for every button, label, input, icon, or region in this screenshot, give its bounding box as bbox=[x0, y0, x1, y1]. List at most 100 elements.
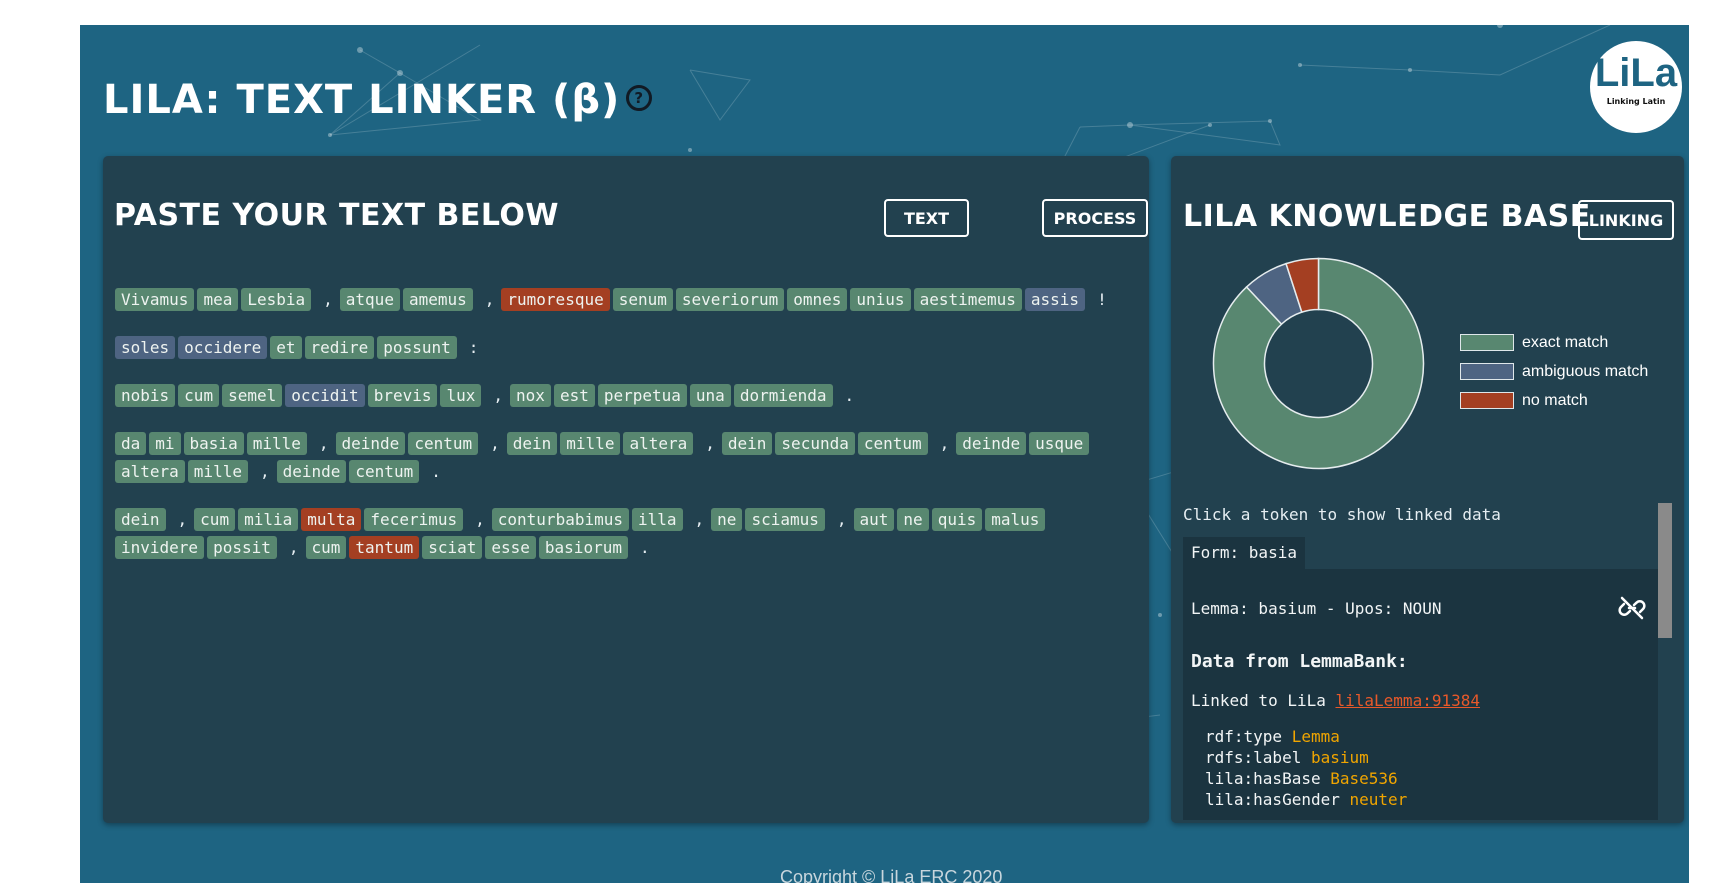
token-nomatch[interactable]: multa bbox=[301, 508, 362, 531]
token-exact[interactable]: una bbox=[689, 384, 731, 407]
token-exact[interactable]: secunda bbox=[775, 432, 855, 455]
token-exact[interactable]: senum bbox=[612, 288, 673, 311]
knowledge-base-panel: LILA KNOWLEDGE BASE LINKING exact match a… bbox=[1171, 156, 1684, 823]
rdf-value[interactable]: Base536 bbox=[1330, 769, 1397, 788]
token-exact[interactable]: unius bbox=[850, 288, 911, 311]
punctuation: , bbox=[323, 290, 333, 309]
process-button[interactable]: PROCESS bbox=[1042, 199, 1148, 237]
token-exact[interactable]: deinde bbox=[956, 432, 1027, 455]
token-exact[interactable]: redire bbox=[304, 336, 375, 359]
token-exact[interactable]: dein bbox=[115, 508, 166, 531]
token-ambiguous[interactable]: occidit bbox=[285, 384, 365, 407]
token-exact[interactable]: deinde bbox=[276, 460, 347, 483]
token-exact[interactable]: dein bbox=[506, 432, 558, 455]
token-exact[interactable]: milia bbox=[238, 508, 299, 531]
token-exact[interactable]: mea bbox=[197, 288, 239, 311]
token-nomatch[interactable]: rumoresque bbox=[501, 288, 610, 311]
token-exact[interactable]: lux bbox=[440, 384, 482, 407]
rdf-key: rdf:type bbox=[1205, 727, 1283, 746]
token-exact[interactable]: dormienda bbox=[733, 384, 833, 407]
punctuation: . bbox=[431, 462, 441, 481]
punctuation: : bbox=[468, 338, 479, 357]
legend-item[interactable]: exact match bbox=[1460, 328, 1648, 357]
token-exact[interactable]: aestimemus bbox=[913, 288, 1022, 311]
text-line: Vivamus mea Lesbia, atque amemus, rumoresque s… bbox=[115, 286, 1125, 314]
token-exact[interactable]: da bbox=[115, 432, 147, 455]
linked-data-box: Form: basia Lemma: basium - Upos: NOUN D… bbox=[1183, 528, 1658, 820]
token-exact[interactable]: brevis bbox=[367, 384, 438, 407]
token-exact[interactable]: fecerimus bbox=[364, 508, 464, 531]
token-exact[interactable]: mi bbox=[149, 432, 181, 455]
token-exact[interactable]: cum bbox=[194, 508, 236, 531]
text-line: soles occidere et redire possunt: bbox=[115, 334, 1125, 362]
token-ambiguous[interactable]: soles bbox=[115, 336, 176, 359]
unlink-icon[interactable] bbox=[1618, 595, 1646, 621]
linking-button[interactable]: LINKING bbox=[1578, 200, 1674, 240]
rdf-value[interactable]: basium bbox=[1311, 748, 1369, 767]
app-root: LILA: TEXT LINKER (β)? LiLa Linking Lati… bbox=[80, 25, 1689, 883]
token-exact[interactable]: mille bbox=[246, 432, 307, 455]
token-exact[interactable]: amemus bbox=[402, 288, 473, 311]
token-nomatch[interactable]: tantum bbox=[349, 536, 420, 559]
token-exact[interactable]: Lesbia bbox=[241, 288, 312, 311]
info-scrollbar[interactable] bbox=[1658, 503, 1672, 818]
token-exact[interactable]: sciat bbox=[422, 536, 483, 559]
token-exact[interactable]: centum bbox=[408, 432, 479, 455]
text-button[interactable]: TEXT bbox=[884, 199, 969, 237]
token-exact[interactable]: ne bbox=[897, 508, 929, 531]
text-line: dein, cum milia multa fecerimus, conturbabimu… bbox=[115, 506, 1125, 562]
token-exact[interactable]: centum bbox=[349, 460, 420, 483]
token-exact[interactable]: dein bbox=[721, 432, 773, 455]
punctuation: , bbox=[484, 290, 495, 309]
rdf-value[interactable]: neuter bbox=[1350, 790, 1408, 809]
token-exact[interactable]: usque bbox=[1029, 432, 1090, 455]
token-exact[interactable]: altera bbox=[623, 432, 694, 455]
question-circle-icon[interactable]: ? bbox=[626, 85, 653, 111]
token-exact[interactable]: semel bbox=[222, 384, 283, 407]
rdf-value[interactable]: Lemma bbox=[1292, 727, 1340, 746]
token-exact[interactable]: atque bbox=[339, 288, 400, 311]
rdf-row: lila:hasGender neuter bbox=[1205, 789, 1407, 810]
token-exact[interactable]: cum bbox=[178, 384, 220, 407]
text-panel-title: PASTE YOUR TEXT BELOW bbox=[114, 198, 560, 233]
token-exact[interactable]: cum bbox=[305, 536, 347, 559]
token-ambiguous[interactable]: assis bbox=[1024, 288, 1086, 311]
token-exact[interactable]: centum bbox=[857, 432, 928, 455]
legend-item[interactable]: ambiguous match bbox=[1460, 357, 1648, 386]
token-exact[interactable]: perpetua bbox=[597, 384, 687, 407]
token-exact[interactable]: conturbabimus bbox=[491, 508, 629, 531]
token-exact[interactable]: est bbox=[553, 384, 595, 407]
token-exact[interactable]: possunt bbox=[377, 336, 457, 359]
punctuation: , bbox=[475, 510, 485, 529]
token-exact[interactable]: ne bbox=[711, 508, 743, 531]
token-exact[interactable]: esse bbox=[485, 536, 536, 559]
token-exact[interactable]: invidere bbox=[115, 536, 205, 559]
token-exact[interactable]: aut bbox=[853, 508, 895, 531]
token-exact[interactable]: basiorum bbox=[538, 536, 628, 559]
token-exact[interactable]: Vivamus bbox=[115, 288, 195, 311]
token-exact[interactable]: deinde bbox=[335, 432, 406, 455]
lila-logo[interactable]: LiLa Linking Latin bbox=[1590, 41, 1682, 133]
lila-lemma-link[interactable]: lilaLemma:91384 bbox=[1336, 691, 1481, 710]
scrollbar-thumb[interactable] bbox=[1658, 503, 1672, 638]
token-exact[interactable]: illa bbox=[632, 508, 683, 531]
token-area: Vivamus mea Lesbia, atque amemus, rumoresque s… bbox=[115, 286, 1125, 582]
form-tab[interactable]: Form: basia bbox=[1183, 537, 1305, 569]
token-exact[interactable]: nobis bbox=[115, 384, 176, 407]
token-exact[interactable]: severiorum bbox=[675, 288, 785, 311]
token-exact[interactable]: sciamus bbox=[745, 508, 825, 531]
token-exact[interactable]: altera bbox=[115, 460, 185, 483]
token-exact[interactable]: malus bbox=[985, 508, 1046, 531]
token-exact[interactable]: basia bbox=[183, 432, 244, 455]
token-exact[interactable]: et bbox=[270, 336, 302, 359]
token-exact[interactable]: nox bbox=[510, 384, 551, 407]
token-exact[interactable]: quis bbox=[931, 508, 983, 531]
token-exact[interactable]: omnes bbox=[787, 288, 848, 311]
token-exact[interactable]: possit bbox=[207, 536, 277, 559]
match-donut-chart bbox=[1212, 257, 1425, 470]
punctuation: . bbox=[639, 538, 650, 557]
token-ambiguous[interactable]: occidere bbox=[178, 336, 268, 359]
legend-item[interactable]: no match bbox=[1460, 386, 1648, 415]
token-exact[interactable]: mille bbox=[560, 432, 621, 455]
token-exact[interactable]: mille bbox=[187, 460, 248, 483]
